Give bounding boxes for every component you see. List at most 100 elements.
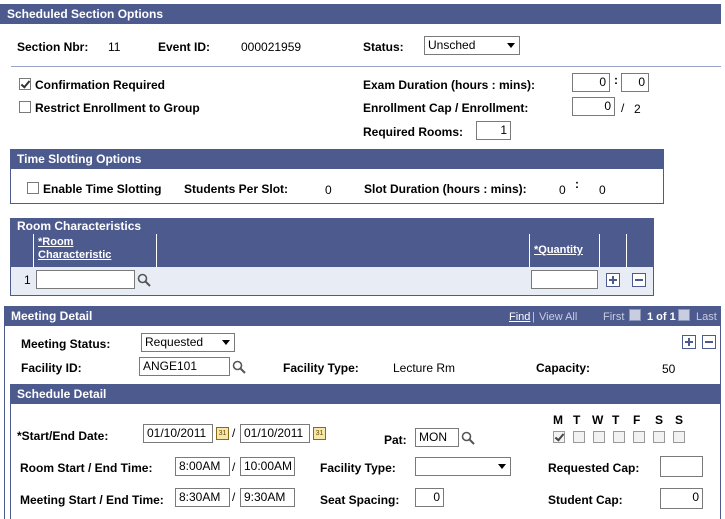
event-id-value: 000021959 — [241, 40, 302, 54]
search-icon[interactable] — [461, 431, 475, 445]
column-header-room-characteristic[interactable]: *Room Characteristic — [34, 234, 157, 267]
meeting-status-select[interactable]: Requested — [141, 333, 235, 352]
row-number: 1 — [24, 273, 31, 287]
day-label-wed: W — [592, 413, 604, 427]
day-label-sat: S — [655, 413, 664, 427]
room-time-sep: / — [232, 460, 236, 474]
exam-hours-input[interactable]: 0 — [572, 73, 610, 92]
restrict-enrollment-checkbox[interactable] — [19, 101, 31, 113]
pattern-input[interactable]: MON — [415, 428, 459, 447]
column-header-room-characteristic-line2: Characteristic — [38, 249, 112, 261]
room-characteristics-grid-header: *Room Characteristic *Quantity — [11, 234, 653, 267]
chevron-down-icon — [222, 340, 230, 345]
quantity-input[interactable] — [531, 270, 598, 289]
add-meeting-button[interactable] — [682, 335, 696, 349]
meeting-end-input[interactable]: 9:30AM — [240, 488, 295, 507]
add-row-button[interactable] — [606, 273, 620, 287]
slot-duration-mins: 0 — [599, 183, 606, 197]
facility-type-value: Lecture Rm — [393, 361, 456, 375]
search-icon[interactable] — [137, 273, 151, 287]
enable-time-slotting-checkbox[interactable] — [27, 182, 39, 194]
event-id-label: Event ID: — [158, 40, 211, 54]
column-header-quantity[interactable]: *Quantity — [530, 234, 600, 267]
delete-meeting-button[interactable] — [702, 335, 716, 349]
page-indicator: 1 of 1 — [647, 311, 676, 323]
meeting-time-sep: / — [232, 490, 236, 504]
status-select-value: Unsched — [428, 38, 476, 52]
first-link[interactable]: First — [603, 311, 624, 323]
time-slotting-header: Time Slotting Options — [10, 149, 664, 169]
grid-header-rownum — [11, 234, 34, 267]
room-end-input[interactable]: 10:00AM — [240, 457, 295, 476]
meeting-status-value: Requested — [145, 335, 204, 349]
exam-mins-input[interactable]: 0 — [621, 73, 649, 92]
day-checkbox-sun[interactable] — [673, 431, 685, 443]
minus-icon — [635, 279, 643, 281]
slot-duration-hours: 0 — [559, 183, 566, 197]
requested-cap-input[interactable] — [660, 456, 703, 477]
status-label: Status: — [363, 40, 404, 54]
facility-id-input[interactable]: ANGE101 — [139, 357, 230, 376]
meeting-time-label: Meeting Start / End Time: — [20, 493, 164, 507]
day-checkbox-thu[interactable] — [613, 431, 625, 443]
prev-page-icon[interactable] — [629, 309, 641, 321]
required-rooms-label: Required Rooms: — [363, 125, 464, 139]
meeting-detail-title: Meeting Detail — [11, 309, 93, 323]
room-start-input[interactable]: 8:00AM — [175, 457, 230, 476]
exam-duration-label: Exam Duration (hours : mins): — [363, 78, 536, 92]
facility-type-label: Facility Type: — [283, 361, 359, 375]
seat-spacing-label: Seat Spacing: — [320, 493, 400, 507]
calendar-icon[interactable]: 31 — [216, 427, 229, 440]
end-date-input[interactable]: 01/10/2011 — [240, 424, 310, 443]
schedule-facility-type-label: Facility Type: — [320, 461, 396, 475]
slot-duration-label: Slot Duration (hours : mins): — [364, 182, 527, 196]
view-all-link[interactable]: View All — [539, 311, 577, 323]
schedule-facility-type-select[interactable] — [415, 457, 511, 476]
day-checkbox-mon[interactable] — [553, 431, 565, 443]
next-page-icon[interactable] — [678, 309, 690, 321]
enrollment-value: 2 — [634, 102, 641, 116]
day-label-tue: T — [573, 413, 581, 427]
student-cap-label: Student Cap: — [548, 493, 623, 507]
exam-sep: : — [614, 73, 618, 87]
required-rooms-input[interactable]: 1 — [476, 121, 511, 140]
confirmation-required-label: Confirmation Required — [35, 78, 166, 92]
enrollment-cap-label: Enrollment Cap / Enrollment: — [363, 101, 529, 115]
last-link[interactable]: Last — [696, 311, 717, 323]
search-icon[interactable] — [232, 360, 246, 374]
day-label-sun: S — [675, 413, 684, 427]
slot-duration-sep: : — [575, 177, 579, 191]
day-label-mon: M — [553, 413, 563, 427]
room-characteristics-header: Room Characteristics — [10, 218, 654, 234]
calendar-icon[interactable]: 31 — [313, 427, 326, 440]
schedule-detail-header: Schedule Detail — [10, 384, 721, 404]
students-per-slot-label: Students Per Slot: — [184, 182, 289, 196]
column-header-room-characteristic-line1: *Room — [38, 236, 74, 248]
requested-cap-label: Requested Cap: — [548, 461, 640, 475]
enrollment-sep: / — [621, 101, 625, 115]
facility-id-label: Facility ID: — [21, 361, 82, 375]
plus-icon-v — [612, 276, 614, 284]
status-select[interactable]: Unsched — [424, 36, 520, 55]
day-checkbox-fri[interactable] — [633, 431, 645, 443]
enrollment-cap-input[interactable]: 0 — [572, 97, 615, 116]
room-time-label: Room Start / End Time: — [20, 461, 153, 475]
student-cap-input[interactable]: 0 — [660, 488, 703, 509]
meeting-start-input[interactable]: 8:30AM — [175, 488, 230, 507]
room-characteristic-input[interactable] — [36, 270, 135, 289]
section-nbr-label: Section Nbr: — [17, 40, 89, 54]
find-link[interactable]: Find — [509, 311, 530, 323]
delete-row-button[interactable] — [632, 273, 646, 287]
chevron-down-icon — [498, 464, 506, 469]
seat-spacing-input[interactable]: 0 — [415, 488, 444, 507]
grid-header-spacer — [157, 234, 530, 267]
start-date-input[interactable]: 01/10/2011 — [143, 424, 213, 443]
day-checkbox-sat[interactable] — [653, 431, 665, 443]
confirmation-required-checkbox[interactable] — [19, 78, 31, 90]
day-checkbox-wed[interactable] — [593, 431, 605, 443]
students-per-slot-value: 0 — [325, 183, 332, 197]
grid-header-delete — [627, 234, 653, 267]
day-label-fri: F — [633, 413, 641, 427]
day-checkbox-tue[interactable] — [573, 431, 585, 443]
meeting-status-label: Meeting Status: — [21, 337, 111, 351]
